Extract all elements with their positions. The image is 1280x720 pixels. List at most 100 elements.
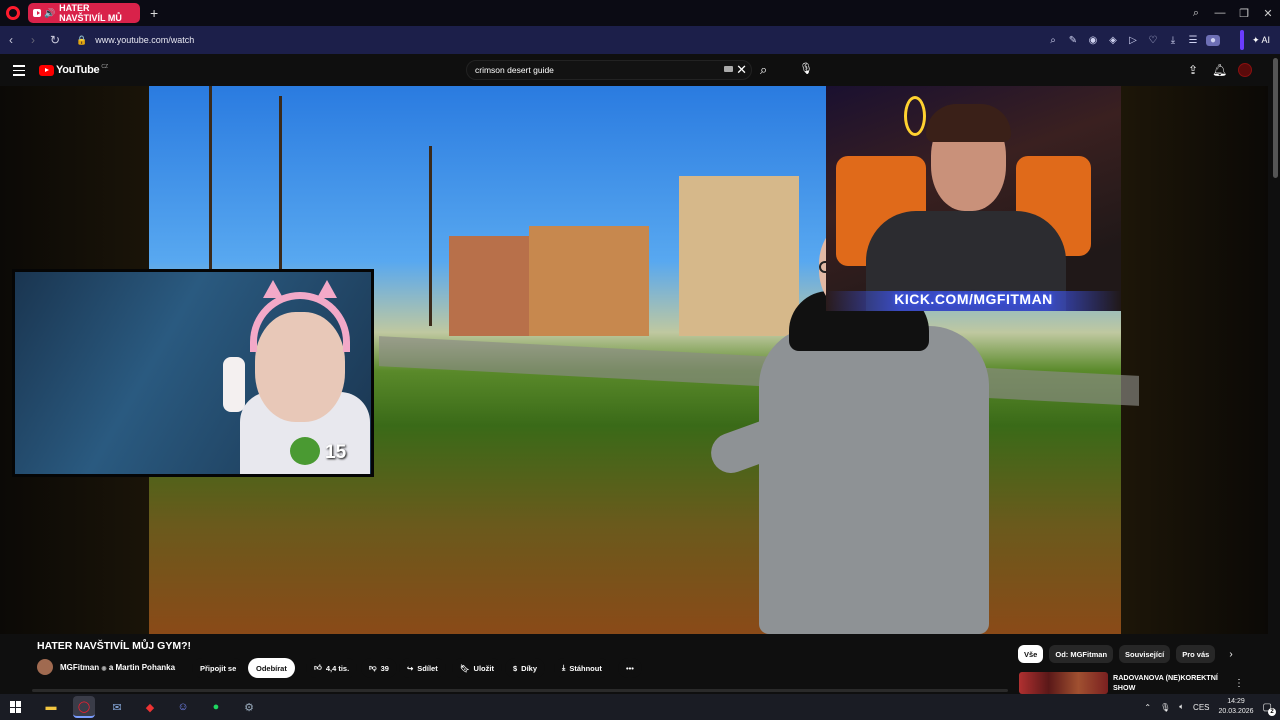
section-divider xyxy=(32,689,1008,692)
like-button[interactable]: 👍︎ 4,4 tis. xyxy=(306,658,358,678)
search-button-icon[interactable]: ⌕ xyxy=(760,62,767,78)
thanks-label: Díky xyxy=(521,663,538,673)
bell-icon[interactable]: 🔔︎ xyxy=(1212,63,1227,77)
dislike-button[interactable]: 👎︎ 39 xyxy=(361,658,397,678)
webcam-overlay-left: 15 xyxy=(12,269,374,477)
super-thanks-icon: $ xyxy=(513,663,518,673)
like-count: 4,4 tis. xyxy=(325,663,350,673)
opera-logo-icon[interactable] xyxy=(6,6,20,20)
youtube-favicon-icon xyxy=(33,9,41,17)
collab-name[interactable]: a Martin Pohanka xyxy=(109,663,175,672)
download-icon[interactable]: ⤓ xyxy=(1166,35,1180,46)
ai-button[interactable]: ✦ AI xyxy=(1248,32,1274,48)
opera-browser-icon[interactable]: ◯ xyxy=(73,696,95,718)
more-actions-button[interactable]: ••• xyxy=(618,658,642,678)
save-button[interactable]: 🔖︎ Uložit xyxy=(452,658,502,678)
video-player[interactable]: 15 KICK.COM/MGFITMAN xyxy=(0,86,1268,634)
profile-icon[interactable]: ● xyxy=(1206,34,1220,46)
thumbs-up-icon: 👍︎ xyxy=(314,663,322,672)
channel-name-row[interactable]: MGFitman ◉ a Martin Pohanka xyxy=(60,663,175,672)
browser-tab-active[interactable]: 🔊 HATER NAVŠTIVÍL MŮ xyxy=(28,3,140,23)
hamburger-menu-icon[interactable] xyxy=(13,65,25,79)
subscribe-button[interactable]: Odebírat xyxy=(248,658,295,678)
sidebar-accent xyxy=(1240,30,1244,50)
address-bar-icons: ⌕ ✎ ◉ ◈ ▷ ♡ ⤓ ☰ ● xyxy=(1046,26,1220,54)
chip-related[interactable]: Související xyxy=(1119,645,1171,663)
search-tabs-icon[interactable]: ⌕ xyxy=(1184,7,1208,20)
shield-icon[interactable]: ◈ xyxy=(1106,35,1120,46)
notification-icon[interactable]: ▢ 2 xyxy=(1263,702,1276,716)
discord-icon[interactable]: ☺ xyxy=(172,696,194,718)
menu-icon[interactable]: ☰ xyxy=(1186,35,1200,46)
thanks-button[interactable]: $ Díky xyxy=(505,658,546,678)
chip-for-you[interactable]: Pro vás xyxy=(1176,645,1216,663)
edit-icon[interactable]: ✎ xyxy=(1066,35,1080,46)
game-app-icon[interactable]: ◆ xyxy=(139,696,161,718)
sparkle-icon: ✦ xyxy=(1251,34,1260,45)
kick-banner: KICK.COM/MGFITMAN xyxy=(826,291,1121,311)
share-button[interactable]: ↪ Sdílet xyxy=(399,658,446,678)
restore-button[interactable]: ❐ xyxy=(1232,7,1256,20)
share-icon: ↪ xyxy=(407,663,414,673)
webcam-overlay-right: KICK.COM/MGFITMAN xyxy=(826,86,1121,311)
tab-title: HATER NAVŠTIVÍL MŮ xyxy=(59,3,122,23)
windows-start-icon[interactable] xyxy=(10,701,22,713)
ai-label: AI xyxy=(1261,35,1270,45)
language-indicator[interactable]: CES xyxy=(1193,703,1209,712)
channel-avatar[interactable] xyxy=(37,659,53,675)
recommended-title[interactable]: RADOVANOVA (NE)KOREKTNÍ SHOW xyxy=(1113,673,1228,693)
new-tab-button[interactable]: + xyxy=(150,5,158,21)
download-button[interactable]: ⤓ Stáhnout xyxy=(554,658,610,678)
speaker-icon[interactable]: 🔊 xyxy=(44,8,55,19)
camera-icon[interactable]: ◉ xyxy=(1086,35,1100,46)
heart-icon[interactable]: ♡ xyxy=(1146,35,1160,46)
clock-time: 14:29 xyxy=(1227,698,1245,705)
recommended-thumbnail[interactable] xyxy=(1019,672,1108,694)
overlay-count: 15 xyxy=(325,442,347,463)
tray-chevron-icon[interactable]: ⌃ xyxy=(1144,703,1151,712)
minimize-button[interactable]: — xyxy=(1208,7,1232,19)
join-button[interactable]: Připojit se xyxy=(192,658,245,678)
mic-tray-icon[interactable]: 🎙 xyxy=(1160,703,1170,712)
microphone-icon[interactable]: 🎙 xyxy=(799,62,813,75)
channel-name[interactable]: MGFitman xyxy=(60,663,99,672)
url-field[interactable]: 🔒 www.youtube.com/watch xyxy=(76,35,194,46)
region-code: CZ xyxy=(101,64,108,70)
address-bar: ‹ › ↻ 🔒 www.youtube.com/watch ⌕ ✎ ◉ ◈ ▷ … xyxy=(0,26,1280,54)
steam-icon[interactable]: ⚙ xyxy=(238,696,260,718)
chat-app-icon[interactable]: ✉ xyxy=(106,696,128,718)
download-label: Stáhnout xyxy=(569,663,602,673)
recommended-video[interactable]: RADOVANOVA (NE)KOREKTNÍ SHOW ⋮ xyxy=(1019,671,1259,695)
page-scrollbar[interactable] xyxy=(1273,58,1278,178)
building xyxy=(529,226,649,336)
ambient-glow-right xyxy=(1121,86,1268,634)
keyboard-icon[interactable] xyxy=(724,66,733,72)
chip-all[interactable]: Vše xyxy=(1018,645,1044,663)
file-explorer-icon[interactable]: ▬ xyxy=(40,696,62,718)
system-tray: ⌃ 🎙 🔈︎ CES 14:29 20.03.2026 ▢ 2 xyxy=(1144,694,1276,720)
search-page-icon[interactable]: ⌕ xyxy=(1046,35,1060,46)
pepe-emote-icon xyxy=(290,437,320,465)
subscribe-label: Odebírat xyxy=(256,663,287,673)
youtube-play-icon xyxy=(39,64,54,76)
spotify-icon[interactable]: ● xyxy=(205,696,227,718)
search-input[interactable]: crimson desert guide ✕ xyxy=(466,60,752,80)
close-window-button[interactable]: ✕ xyxy=(1256,7,1280,20)
clock[interactable]: 14:29 20.03.2026 xyxy=(1219,697,1254,717)
save-label: Uložit xyxy=(473,663,494,673)
play-icon[interactable]: ▷ xyxy=(1126,35,1140,46)
chevron-right-icon[interactable]: › xyxy=(1229,649,1232,660)
more-vertical-icon[interactable]: ⋮ xyxy=(1234,678,1244,689)
dislike-count: 39 xyxy=(380,663,389,673)
related-chips: Vše Od: MGFitman Související Pro vás › xyxy=(1018,645,1233,663)
lock-icon: 🔒 xyxy=(76,34,88,45)
youtube-logo[interactable]: YouTube CZ xyxy=(39,64,108,76)
clear-search-icon[interactable]: ✕ xyxy=(736,62,747,78)
back-button[interactable]: ‹ xyxy=(0,33,22,47)
upload-icon[interactable]: ⇪ xyxy=(1186,63,1200,77)
forward-button[interactable]: › xyxy=(22,33,44,47)
volume-icon[interactable]: 🔈︎ xyxy=(1179,702,1184,712)
chip-from-channel[interactable]: Od: MGFitman xyxy=(1049,645,1114,663)
account-avatar[interactable] xyxy=(1238,63,1252,77)
reload-button[interactable]: ↻ xyxy=(44,33,66,47)
